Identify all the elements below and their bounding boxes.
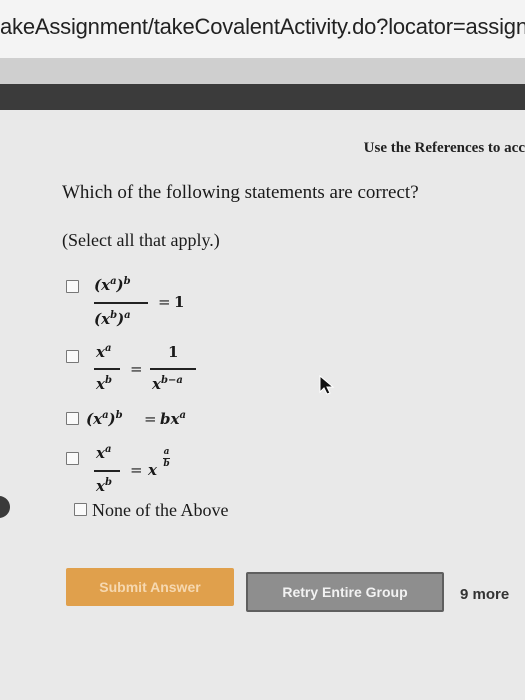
option-2-numerator: xa	[96, 343, 112, 361]
option-4-rhs-exponent: a b	[163, 447, 170, 469]
submit-answer-button[interactable]: Submit Answer	[66, 568, 234, 606]
option-4-denominator: xb	[96, 477, 112, 495]
option-1-rhs: 1	[174, 293, 185, 311]
option-1-checkbox[interactable]	[66, 280, 79, 293]
option-3-checkbox[interactable]	[66, 412, 79, 425]
option-2-checkbox[interactable]	[66, 350, 79, 363]
option-1-equals: =	[158, 293, 171, 311]
option-3-equals: =	[144, 410, 157, 428]
option-4-fraction-bar	[94, 470, 120, 472]
option-4-equals: =	[130, 461, 143, 479]
option-4-checkbox[interactable]	[66, 452, 79, 465]
references-note[interactable]: Use the References to acc	[364, 140, 525, 157]
browser-toolbar-band	[0, 58, 525, 84]
option-5-checkbox[interactable]	[74, 503, 87, 516]
option-5-label[interactable]: None of the Above	[92, 500, 228, 521]
option-1-fraction-bar	[94, 302, 148, 304]
question-instruction: (Select all that apply.)	[62, 230, 220, 250]
option-2-rhs-numerator: 1	[168, 343, 179, 361]
mouse-cursor-icon	[319, 374, 335, 395]
option-2-denominator: xb	[96, 375, 112, 393]
option-1-numerator: (xa)b	[94, 276, 131, 294]
retry-entire-group-button[interactable]: Retry Entire Group	[246, 572, 444, 612]
option-2-fraction-bar	[94, 368, 120, 370]
address-bar[interactable]: akeAssignment/takeCovalentActivity.do?lo…	[0, 0, 525, 59]
option-1-denominator: (xb)a	[94, 310, 131, 328]
option-4-rhs-base: x	[148, 461, 157, 479]
page-header-bar	[0, 84, 525, 110]
option-2-rhs-denominator: xb−a	[152, 375, 183, 393]
option-2-rhs-fraction-bar	[150, 368, 196, 370]
option-3-rhs: bxa	[160, 410, 186, 428]
option-4-numerator: xa	[96, 444, 112, 462]
option-3-lhs: (xa)b	[86, 410, 123, 428]
option-2-equals: =	[130, 360, 143, 378]
url-text[interactable]: akeAssignment/takeCovalentActivity.do?lo…	[0, 14, 525, 40]
question-text: Which of the following statements are co…	[62, 182, 419, 203]
attempts-remaining: 9 more	[460, 586, 510, 603]
